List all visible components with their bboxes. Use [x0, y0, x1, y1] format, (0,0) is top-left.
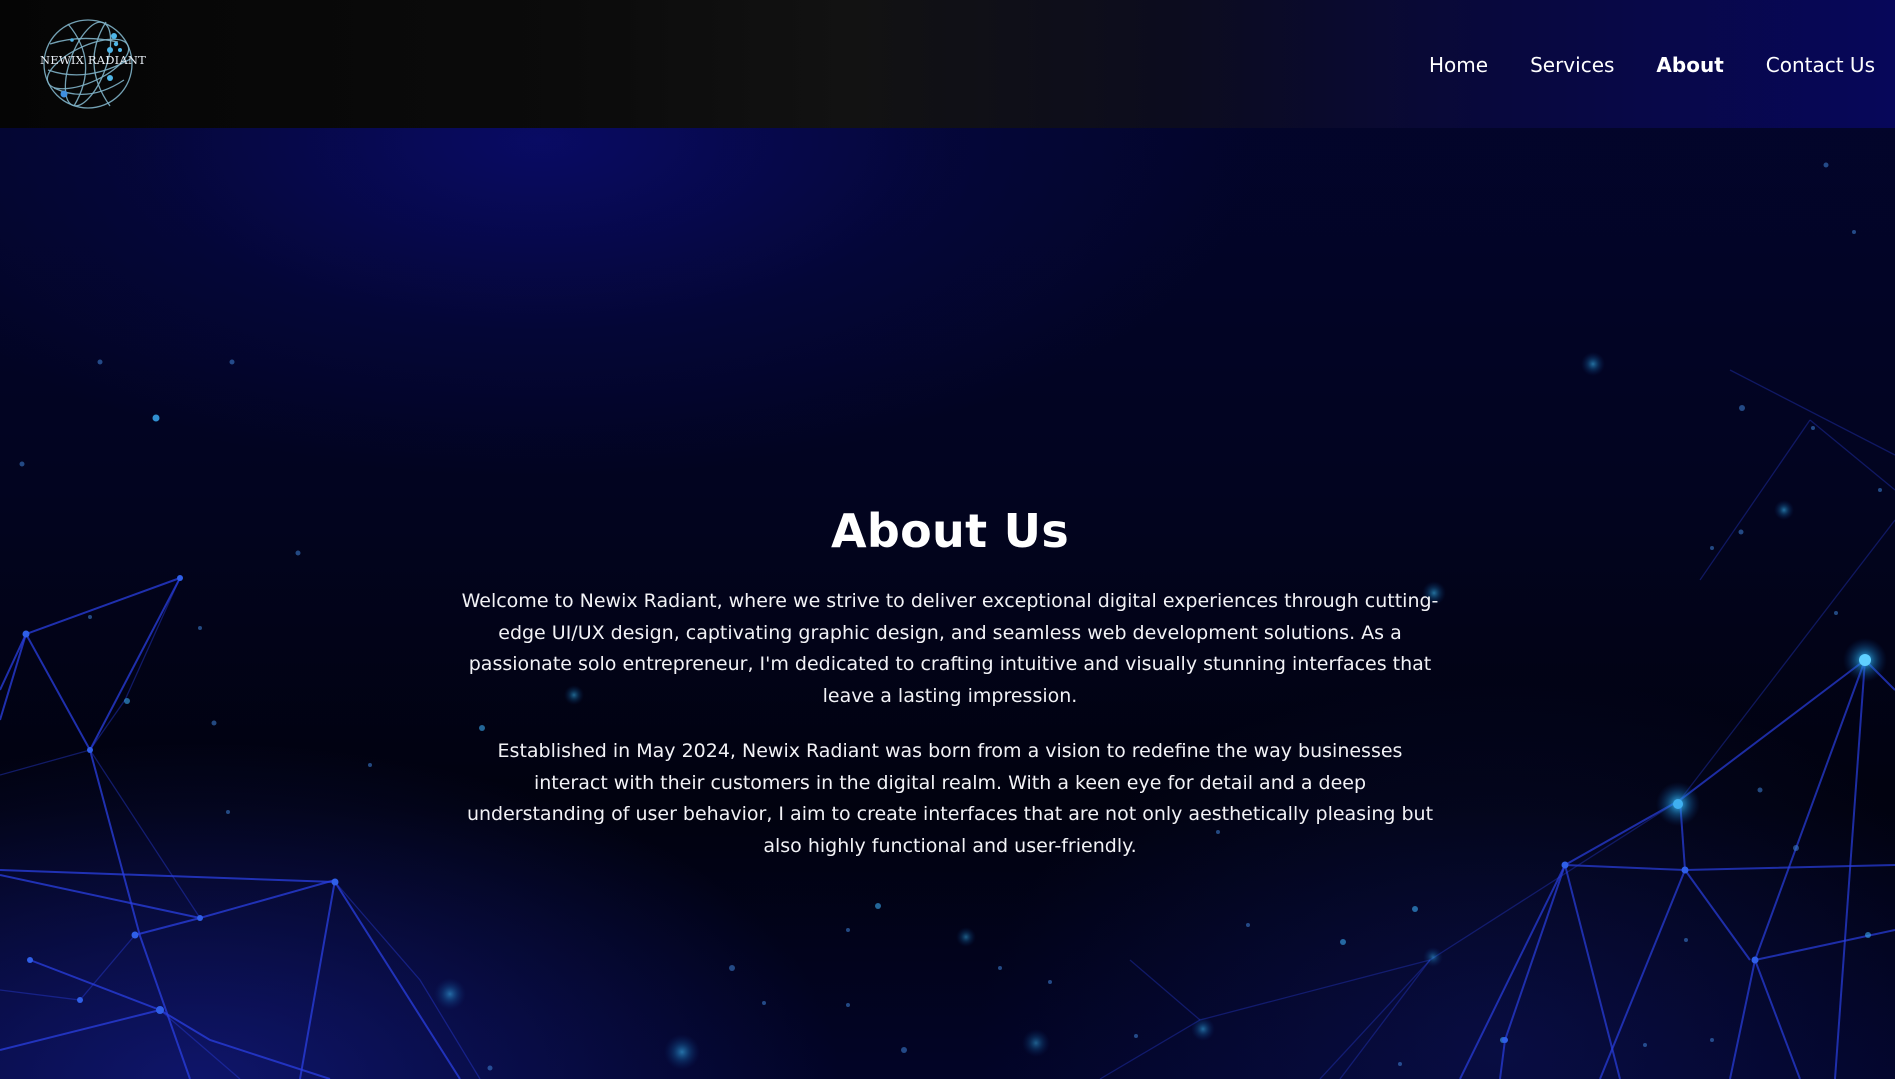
site-header: NEWIX RADIANT Home Services About Contac…: [0, 0, 1895, 128]
nav-services[interactable]: Services: [1530, 50, 1614, 80]
nav-contact-us[interactable]: Contact Us: [1766, 50, 1875, 80]
page: NEWIX RADIANT Home Services About Contac…: [0, 0, 1895, 1079]
about-paragraph-history: Established in May 2024, Newix Radiant w…: [466, 740, 1434, 857]
nav-about[interactable]: About: [1656, 50, 1723, 80]
about-section: About Us Welcome to Newix Radiant, where…: [450, 498, 1450, 886]
brand-logo[interactable]: NEWIX RADIANT: [40, 14, 147, 110]
main-nav: Home Services About Contact Us: [1387, 50, 1875, 80]
nav-home[interactable]: Home: [1429, 50, 1488, 80]
logo-text: NEWIX RADIANT: [40, 53, 147, 67]
about-title: About Us: [830, 504, 1069, 558]
about-paragraph-intro: Welcome to Newix Radiant, where we striv…: [461, 590, 1439, 707]
